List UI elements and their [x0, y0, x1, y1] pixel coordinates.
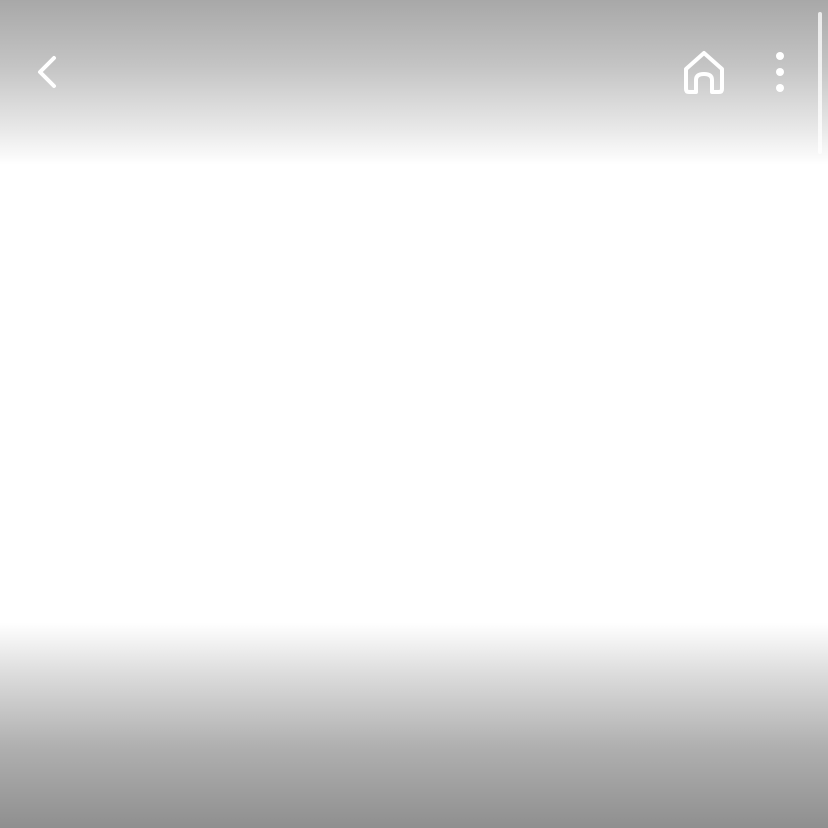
home-icon	[684, 51, 724, 94]
scrollbar[interactable]	[818, 12, 822, 154]
chevron-left-icon	[38, 56, 56, 88]
bottom-gradient-overlay	[0, 623, 828, 828]
top-toolbar	[0, 0, 828, 150]
more-vertical-icon	[776, 52, 784, 92]
home-button[interactable]	[676, 44, 732, 100]
viewer-screen	[0, 0, 828, 828]
back-button[interactable]	[22, 46, 74, 98]
more-options-button[interactable]	[758, 46, 802, 98]
